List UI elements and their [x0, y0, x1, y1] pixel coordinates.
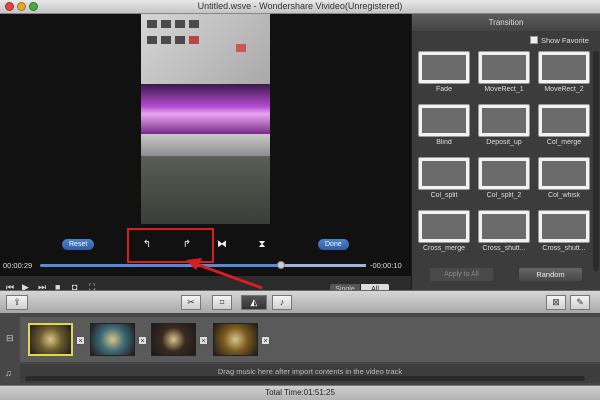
transition-item[interactable]: Col_merge [535, 104, 593, 152]
flip-horizontal-button[interactable]: ⧓ [215, 238, 229, 252]
transition-label: Fade [436, 86, 452, 93]
transition-label: Col_split_2 [486, 192, 522, 199]
blind-icon [418, 104, 470, 137]
transition-slot-icon[interactable]: × [76, 336, 85, 345]
transition-item[interactable]: MoveRect_1 [475, 51, 533, 99]
transition-slot-icon[interactable]: × [199, 336, 208, 345]
col-split-icon [478, 157, 530, 190]
transition-label: Col_whisk [548, 192, 580, 199]
fit-button[interactable]: ⊠ [546, 295, 566, 310]
transition-label: Col_merge [546, 139, 582, 146]
current-time: 00:00:29 [3, 261, 33, 270]
transition-slot-icon[interactable]: × [261, 336, 270, 345]
timeline-scrollbar[interactable] [25, 376, 585, 381]
transition-label: MoveRect_1 [484, 86, 524, 93]
flip-vertical-button[interactable]: ⧗ [255, 238, 269, 252]
drag-music-hint: Drag music here after import contents in… [217, 367, 403, 376]
window-title: Untitled.wsve - Wondershare Vivideo(Unre… [197, 1, 403, 11]
transition-item[interactable]: Deposit_up [475, 104, 533, 152]
transition-title: Transition [412, 14, 600, 31]
reset-button[interactable]: Reset [62, 239, 95, 250]
edit-pencil-button[interactable]: ✎ [570, 295, 590, 310]
col-whisk-icon [538, 157, 590, 190]
cross-shutter-icon [538, 210, 590, 243]
flip-vertical-icon: ⧗ [258, 239, 266, 250]
timeline-clip[interactable] [213, 323, 258, 356]
video-preview: Reset Done ↰ ↱ ⧓ ⧗ 00:00:29 -00:00:10 ⏮ … [0, 14, 411, 304]
video-frame [141, 14, 270, 224]
progress-slider[interactable] [40, 261, 366, 269]
transition-label: Deposit_up [486, 139, 522, 146]
apply-to-all-button[interactable]: Apply to All [430, 268, 493, 281]
progress-knob[interactable] [277, 261, 286, 269]
cross-merge-icon [418, 210, 470, 243]
audio-button[interactable]: ♪ [272, 295, 292, 310]
col-split-icon [418, 157, 470, 190]
cross-shutter-icon [478, 210, 530, 243]
timeline-clip[interactable] [90, 323, 135, 356]
transition-label: Cross_shutt... [542, 245, 586, 252]
show-favorite-label: Show Favorite [541, 36, 589, 45]
transition-scrollbar[interactable] [593, 51, 599, 271]
col-merge-icon [538, 104, 590, 137]
done-button[interactable]: Done [318, 239, 349, 250]
transition-item[interactable]: Col_whisk [535, 157, 593, 205]
transition-item[interactable]: MoveRect_2 [535, 51, 593, 99]
transition-label: Cross_merge [422, 245, 465, 252]
transition-panel: Transition Show Favorite Fade MoveRect_1 M… [411, 14, 600, 290]
rotate-icon: ◭ [250, 297, 258, 307]
transition-item[interactable]: Cross_shutt... [475, 210, 533, 258]
timeline-clip[interactable] [151, 323, 196, 356]
timeline: ⊟ × × × × ♫ Drag music here after import co… [0, 313, 600, 385]
microphone-icon: ♪ [279, 297, 285, 307]
show-favorite-checkbox[interactable]: Show Favorite [530, 36, 589, 45]
fade-icon [418, 51, 470, 84]
edit-toolbar: ⇪ ✂ ⌗ ◭ ♪ ⊠ ✎ [0, 290, 600, 313]
transition-item[interactable]: Blind [415, 104, 473, 152]
move-rect-icon [538, 51, 590, 84]
transition-item[interactable]: Col_split_2 [475, 157, 533, 205]
import-icon: ⇪ [13, 297, 21, 307]
remaining-time: -00:00:10 [370, 261, 402, 270]
trim-button[interactable]: ✂ [181, 295, 201, 310]
video-track[interactable]: × × × × [20, 317, 600, 362]
transition-item[interactable]: Cross_shutt... [535, 210, 593, 258]
transition-grid: Fade MoveRect_1 MoveRect_2 Blind Deposit_up C… [415, 51, 595, 271]
transition-slot-icon[interactable]: × [138, 336, 147, 345]
total-time: Total Time:01:51:25 [265, 388, 335, 397]
progress-remaining [281, 264, 366, 267]
status-bar: Total Time:01:51:25 [0, 385, 600, 400]
transition-item[interactable]: Col_split [415, 157, 473, 205]
random-button[interactable]: Random [519, 268, 582, 281]
timeline-clip[interactable] [28, 323, 73, 356]
transition-label: MoveRect_2 [544, 86, 584, 93]
pencil-icon: ✎ [576, 297, 584, 307]
crop-button[interactable]: ⌗ [212, 295, 232, 310]
transition-label: Cross_shutt... [482, 245, 526, 252]
video-track-icon: ⊟ [6, 333, 14, 343]
deposit-up-icon [478, 104, 530, 137]
crop-icon: ⌗ [219, 297, 225, 307]
music-note-icon: ♫ [5, 368, 12, 378]
transition-label: Col_split [430, 192, 458, 199]
highlight-annotation-box [127, 228, 214, 263]
flip-horizontal-icon: ⧓ [217, 239, 227, 250]
title-bar: Untitled.wsve - Wondershare Vivideo(Unre… [0, 0, 600, 14]
transition-item[interactable]: Fade [415, 51, 473, 99]
scissors-icon: ✂ [187, 297, 195, 307]
transition-item[interactable]: Cross_merge [415, 210, 473, 258]
transition-label: Blind [436, 139, 452, 146]
checkbox-icon [530, 36, 538, 44]
rotate-tool-button[interactable]: ◭ [241, 295, 267, 310]
move-rect-icon [478, 51, 530, 84]
import-button[interactable]: ⇪ [6, 295, 28, 310]
fit-icon: ⊠ [552, 297, 560, 307]
